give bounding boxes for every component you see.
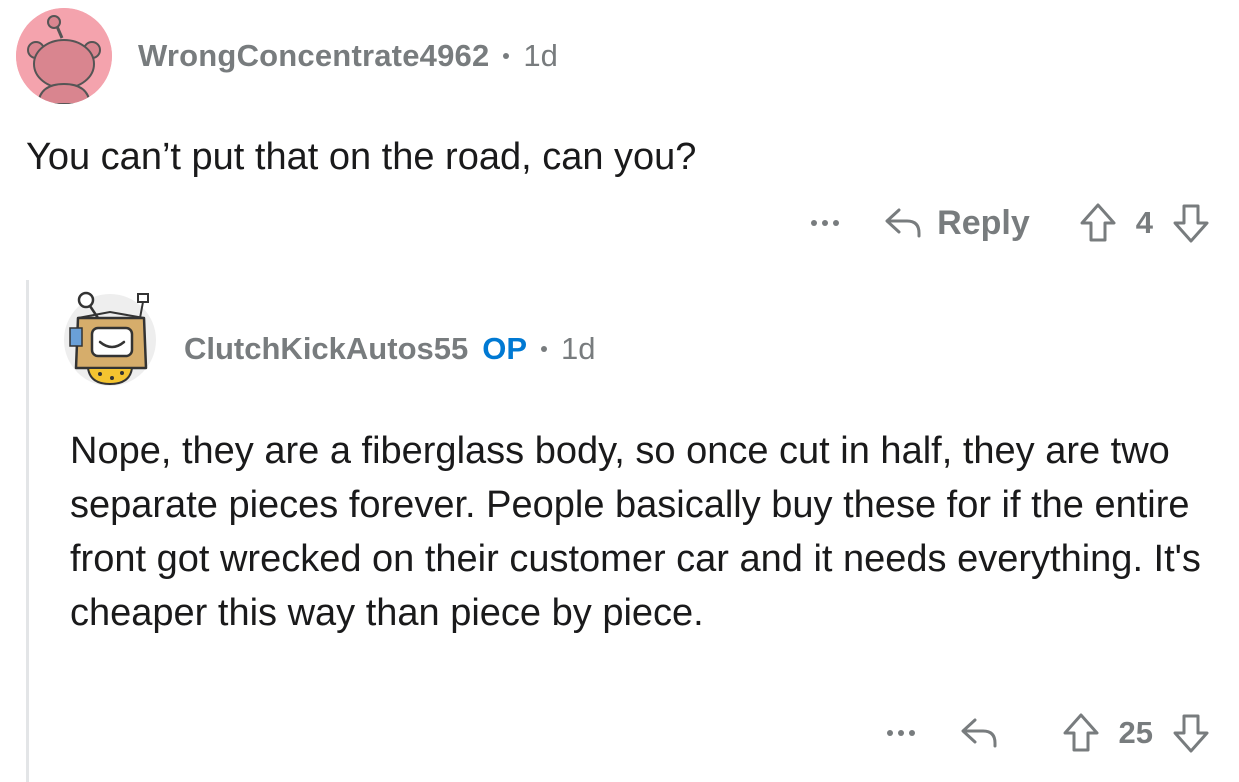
- reply-label: Reply: [937, 203, 1030, 242]
- reply-arrow-icon: [885, 208, 921, 238]
- separator-dot: [541, 346, 548, 352]
- reply-actions: 25: [886, 708, 1211, 758]
- snoo-avatar-icon: [16, 8, 112, 104]
- downvote-button[interactable]: [1171, 202, 1211, 244]
- more-dot: [833, 220, 840, 226]
- separator-dot: [503, 53, 510, 59]
- reply-body-text: Nope, they are a fiberglass body, so onc…: [70, 430, 1201, 634]
- user-avatar[interactable]: [16, 8, 112, 104]
- vote-control: 25: [1061, 712, 1211, 754]
- more-options-button[interactable]: [811, 220, 840, 226]
- vote-control: 4: [1078, 202, 1211, 244]
- downvote-arrow-icon: [1173, 714, 1209, 753]
- upvote-arrow-icon: [1080, 203, 1116, 242]
- more-options-button[interactable]: [886, 730, 915, 736]
- reply-button[interactable]: [959, 716, 1013, 750]
- vote-score: 4: [1135, 205, 1153, 240]
- reply-user-avatar[interactable]: [60, 288, 160, 388]
- upvote-button[interactable]: [1078, 202, 1118, 244]
- more-dot: [811, 220, 818, 226]
- reply-meta: ClutchKickAutos55 OP 1d: [184, 327, 596, 371]
- comment-meta: WrongConcentrate4962 1d: [138, 34, 558, 78]
- more-dot: [908, 730, 915, 736]
- reply-body: Nope, they are a fiberglass body, so onc…: [70, 424, 1210, 640]
- vote-score: 25: [1118, 715, 1153, 750]
- more-dot: [897, 730, 904, 736]
- reply-arrow-icon: [961, 718, 997, 748]
- downvote-button[interactable]: [1171, 712, 1211, 754]
- comment-age: 1d: [523, 38, 558, 73]
- more-dot: [822, 220, 829, 226]
- box-snoo-avatar-icon: [64, 291, 156, 386]
- reply-age: 1d: [561, 331, 596, 366]
- op-badge: OP: [482, 331, 528, 366]
- comment-body: You can’t put that on the road, can you?: [26, 136, 697, 178]
- comment-actions: Reply 4: [811, 198, 1211, 248]
- comment-username[interactable]: WrongConcentrate4962: [138, 38, 489, 74]
- reply-button[interactable]: Reply: [883, 204, 1030, 243]
- more-dot: [886, 730, 893, 736]
- thread-line[interactable]: [26, 280, 29, 782]
- upvote-arrow-icon: [1063, 713, 1099, 752]
- upvote-button[interactable]: [1061, 712, 1101, 754]
- comment-top-level: WrongConcentrate4962 1d You can’t put th…: [0, 0, 1239, 270]
- downvote-arrow-icon: [1173, 204, 1209, 243]
- reply-username[interactable]: ClutchKickAutos55: [184, 331, 468, 367]
